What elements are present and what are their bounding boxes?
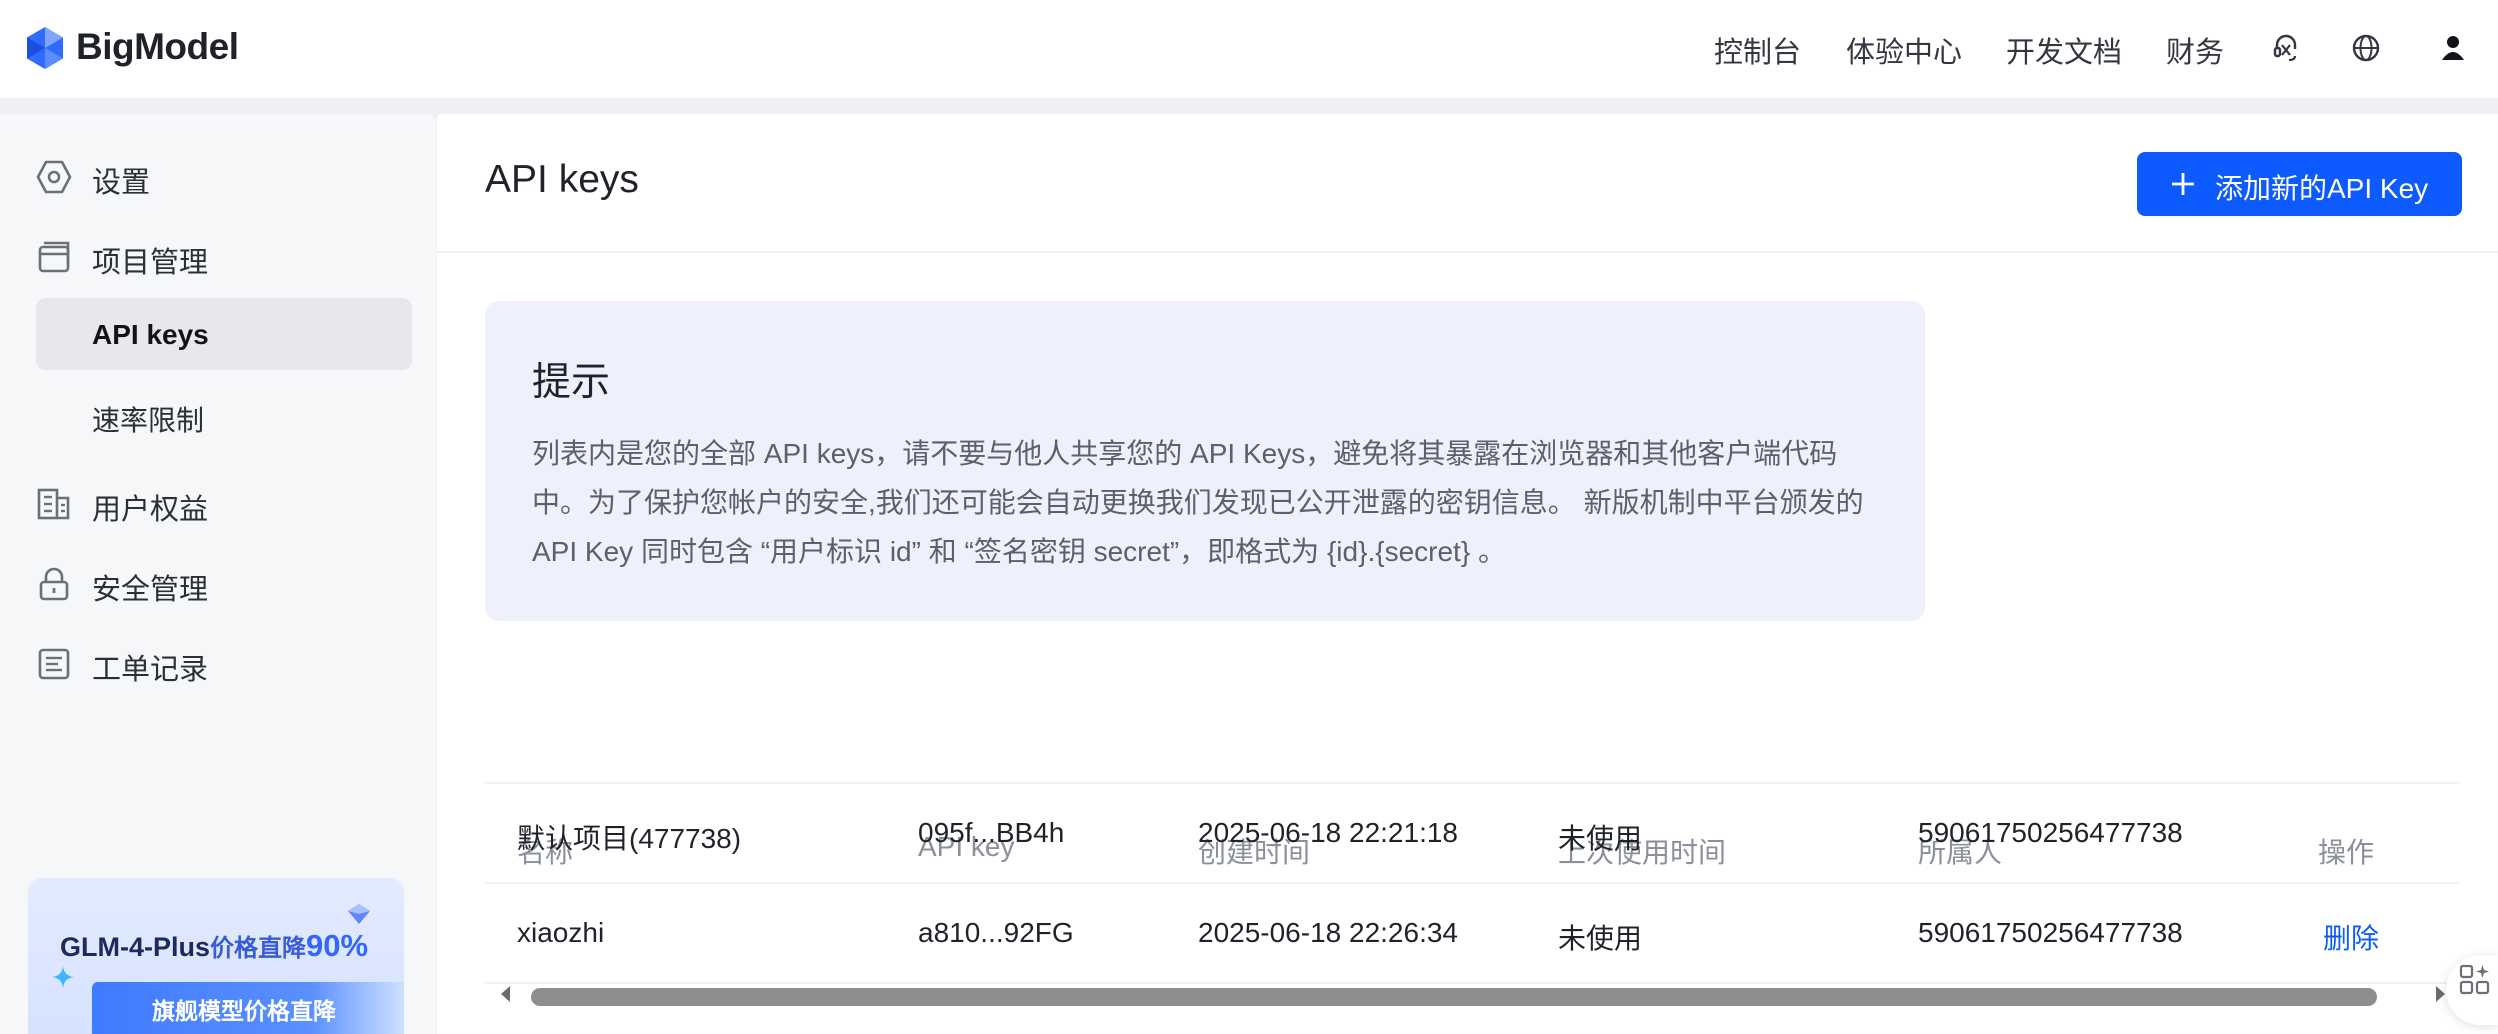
tip-body: 列表内是您的全部 API keys，请不要与他人共享您的 API Keys，避免…	[532, 438, 1864, 567]
sidebar-item-label: API keys	[92, 319, 209, 350]
cell-last-used: 未使用	[1558, 923, 1643, 954]
cell-created: 2025-06-18 22:21:18	[1198, 817, 1458, 848]
bigmodel-logo-icon[interactable]	[25, 26, 65, 70]
folder-icon	[38, 241, 70, 273]
sidebar-item-project-management[interactable]: 项目管理	[36, 225, 412, 285]
table-row: 默认项目(477738) 095f...BB4h 2025-06-18 22:2…	[485, 784, 2459, 884]
promo-banner[interactable]: GLM-4-Plus价格直降90% 旗舰模型价格直降	[28, 878, 404, 1034]
sidebar-item-tickets[interactable]: 工单记录	[36, 632, 412, 692]
scrollbar-thumb[interactable]	[531, 988, 2377, 1006]
promo-model-name: GLM-4-Plus	[60, 932, 211, 962]
customer-service-icon[interactable]	[2270, 32, 2302, 64]
page-title: API keys	[485, 158, 639, 201]
building-icon	[37, 488, 70, 520]
ticket-icon	[38, 648, 70, 680]
horizontal-scrollbar[interactable]	[485, 980, 2459, 1008]
diamond-icon	[348, 904, 370, 924]
cell-name: xiaozhi	[517, 917, 605, 948]
sidebar-item-rate-limit[interactable]: 速率限制	[36, 378, 412, 450]
nav-finance[interactable]: 财务	[2166, 29, 2224, 71]
promo-title: GLM-4-Plus价格直降90%	[60, 928, 368, 964]
sidebar-item-settings[interactable]: 设置	[36, 145, 412, 205]
brand-name[interactable]: BigModel	[76, 26, 239, 68]
cell-last-used: 未使用	[1558, 823, 1643, 854]
nav-dev-docs[interactable]: 开发文档	[2006, 29, 2122, 71]
promo-subtitle-bar: 旗舰模型价格直降	[92, 982, 404, 1034]
delete-button[interactable]: 删除	[2323, 917, 2379, 957]
add-api-key-button[interactable]: 添加新的API Key	[2137, 152, 2462, 216]
add-api-key-label: 添加新的API Key	[2215, 173, 2429, 204]
nav-console[interactable]: 控制台	[1714, 29, 1801, 71]
cell-owner: 59061750256477738	[1918, 917, 2183, 948]
table-row: xiaozhi a810...92FG 2025-06-18 22:26:34 …	[485, 884, 2459, 984]
nav-experience-center[interactable]: 体验中心	[1846, 29, 1962, 71]
sparkle-icon	[52, 966, 74, 988]
user-avatar-icon[interactable]	[2437, 32, 2469, 64]
promo-percentage: 90%	[306, 928, 369, 963]
sidebar-item-label: 项目管理	[92, 247, 209, 279]
plus-icon	[2172, 173, 2194, 195]
sidebar-item-user-benefits[interactable]: 用户权益	[36, 472, 412, 532]
globe-icon[interactable]	[2350, 32, 2382, 64]
cell-name: 默认项目(477738)	[517, 823, 742, 854]
header-divider	[437, 251, 2498, 253]
cell-api-key: a810...92FG	[918, 917, 1074, 948]
sidebar-item-api-keys[interactable]: API keys	[36, 298, 412, 370]
cell-owner: 59061750256477738	[1918, 817, 2183, 848]
sidebar: 设置 项目管理 API keys 速率限制 用户权益 安全管理 工单记录 GLM…	[0, 114, 436, 1034]
sidebar-item-label: 用户权益	[92, 494, 209, 526]
promo-price-drop: 价格直降	[210, 935, 307, 962]
sidebar-item-security[interactable]: 安全管理	[36, 552, 412, 612]
settings-hexagon-icon	[36, 160, 72, 194]
sidebar-item-label: 设置	[92, 167, 151, 199]
sidebar-item-label: 速率限制	[92, 405, 205, 436]
scroll-left-arrow-icon[interactable]	[499, 984, 511, 1004]
tip-box: 提示 列表内是您的全部 API keys，请不要与他人共享您的 API Keys…	[485, 301, 1925, 621]
main-content: API keys 添加新的API Key 提示 列表内是您的全部 API key…	[437, 114, 2498, 1034]
top-header: BigModel 控制台 体验中心 开发文档 财务	[0, 0, 2498, 98]
lock-icon	[39, 567, 69, 601]
promo-subtitle: 旗舰模型价格直降	[152, 998, 336, 1024]
tip-title: 提示	[532, 361, 611, 404]
sidebar-item-label: 工单记录	[92, 654, 209, 686]
cell-api-key: 095f...BB4h	[918, 817, 1065, 848]
apps-grid-icon	[2459, 964, 2490, 995]
sidebar-item-label: 安全管理	[92, 574, 209, 606]
cell-created: 2025-06-18 22:26:34	[1198, 917, 1458, 948]
